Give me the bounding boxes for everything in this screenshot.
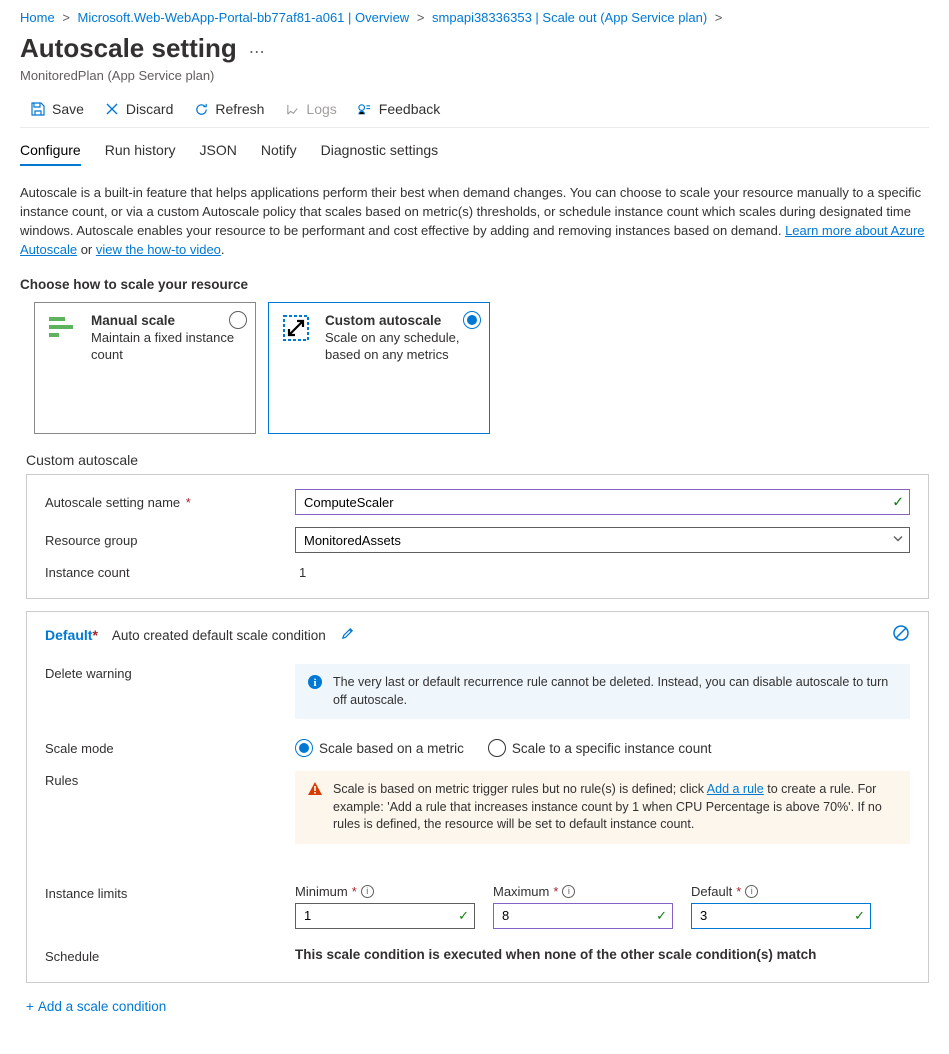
minimum-label: Minimum * i — [295, 884, 475, 899]
radio-checked-icon — [463, 311, 481, 329]
setting-name-label: Autoscale setting name * — [45, 495, 295, 510]
intro-text: Autoscale is a built-in feature that hel… — [20, 184, 929, 259]
info-icon[interactable]: i — [361, 885, 374, 898]
rules-warning: Scale is based on metric trigger rules b… — [295, 771, 910, 844]
refresh-icon — [193, 101, 209, 117]
tabbar: Configure Run history JSON Notify Diagno… — [20, 136, 929, 166]
setting-name-input[interactable] — [295, 489, 910, 515]
feedback-icon — [357, 101, 373, 117]
instance-count-value: 1 — [295, 565, 306, 580]
scale-mode-label: Scale mode — [45, 739, 295, 757]
edit-icon[interactable] — [340, 626, 355, 644]
resource-group-label: Resource group — [45, 533, 295, 548]
card-title: Custom autoscale — [325, 313, 477, 328]
breadcrumb-item[interactable]: smpapi38336353 | Scale out (App Service … — [432, 10, 707, 25]
warning-icon — [307, 781, 323, 834]
custom-autoscale-panel: Autoscale setting name * ✓ Resource grou… — [26, 474, 929, 599]
default-condition-panel: Default* Auto created default scale cond… — [26, 611, 929, 983]
minimum-input[interactable] — [295, 903, 475, 929]
info-icon[interactable]: i — [745, 885, 758, 898]
scale-mode-metric-radio[interactable]: Scale based on a metric — [295, 739, 464, 757]
tab-configure[interactable]: Configure — [20, 136, 81, 166]
breadcrumb-item[interactable]: Microsoft.Web-WebApp-Portal-bb77af81-a06… — [78, 10, 410, 25]
plus-icon: + — [26, 999, 34, 1014]
radio-unchecked-icon — [488, 739, 506, 757]
scale-mode-specific-radio[interactable]: Scale to a specific instance count — [488, 739, 712, 757]
default-label: Default * i — [691, 884, 871, 899]
refresh-button[interactable]: Refresh — [183, 97, 274, 121]
add-a-rule-link[interactable]: Add a rule — [707, 782, 764, 796]
instance-count-label: Instance count — [45, 565, 295, 580]
tab-json[interactable]: JSON — [200, 136, 237, 166]
tab-diagnostic-settings[interactable]: Diagnostic settings — [321, 136, 439, 166]
manual-scale-icon — [47, 313, 81, 347]
checkmark-icon: ✓ — [656, 908, 667, 924]
radio-checked-icon — [295, 739, 313, 757]
condition-desc: Auto created default scale condition — [112, 628, 326, 643]
scale-choice-heading: Choose how to scale your resource — [20, 277, 929, 292]
maximum-input[interactable] — [493, 903, 673, 929]
close-icon — [104, 101, 120, 117]
feedback-button[interactable]: Feedback — [347, 97, 450, 121]
page-title: Autoscale setting — [20, 33, 237, 64]
discard-button[interactable]: Discard — [94, 97, 183, 121]
default-input[interactable] — [691, 903, 871, 929]
breadcrumb: Home > Microsoft.Web-WebApp-Portal-bb77a… — [20, 0, 929, 31]
chevron-right-icon: > — [417, 10, 425, 25]
custom-autoscale-icon — [281, 313, 315, 347]
tab-notify[interactable]: Notify — [261, 136, 297, 166]
schedule-label: Schedule — [45, 947, 295, 964]
delete-warning-info: i The very last or default recurrence ru… — [295, 664, 910, 719]
chevron-right-icon: > — [62, 10, 70, 25]
delete-warning-label: Delete warning — [45, 664, 295, 719]
card-desc: Scale on any schedule, based on any metr… — [325, 330, 477, 364]
card-title: Manual scale — [91, 313, 243, 328]
more-icon[interactable]: ⋯ — [249, 42, 265, 66]
schedule-text: This scale condition is executed when no… — [295, 947, 910, 962]
logs-icon — [284, 101, 300, 117]
chevron-right-icon: > — [715, 10, 723, 25]
condition-title: Default* — [45, 627, 98, 643]
delete-disabled-icon — [892, 624, 910, 647]
toolbar: Save Discard Refresh Logs Feedback — [20, 97, 929, 128]
save-icon — [30, 101, 46, 117]
add-scale-condition-button[interactable]: + Add a scale condition — [26, 999, 166, 1014]
save-button[interactable]: Save — [20, 97, 94, 121]
custom-autoscale-title: Custom autoscale — [26, 452, 929, 468]
info-icon: i — [307, 674, 323, 709]
checkmark-icon: ✓ — [458, 908, 469, 924]
svg-text:i: i — [313, 677, 316, 689]
checkmark-icon: ✓ — [854, 908, 865, 924]
maximum-label: Maximum * i — [493, 884, 673, 899]
rules-label: Rules — [45, 771, 295, 844]
info-icon[interactable]: i — [562, 885, 575, 898]
how-to-video-link[interactable]: view the how-to video — [96, 242, 221, 257]
logs-button: Logs — [274, 97, 346, 121]
instance-limits-label: Instance limits — [45, 884, 295, 929]
breadcrumb-item[interactable]: Home — [20, 10, 55, 25]
manual-scale-card[interactable]: Manual scale Maintain a fixed instance c… — [34, 302, 256, 434]
resource-group-select[interactable] — [295, 527, 910, 553]
card-desc: Maintain a fixed instance count — [91, 330, 243, 364]
custom-autoscale-card[interactable]: Custom autoscale Scale on any schedule, … — [268, 302, 490, 434]
page-subtitle: MonitoredPlan (App Service plan) — [20, 68, 929, 83]
tab-run-history[interactable]: Run history — [105, 136, 176, 166]
radio-unchecked-icon — [229, 311, 247, 329]
